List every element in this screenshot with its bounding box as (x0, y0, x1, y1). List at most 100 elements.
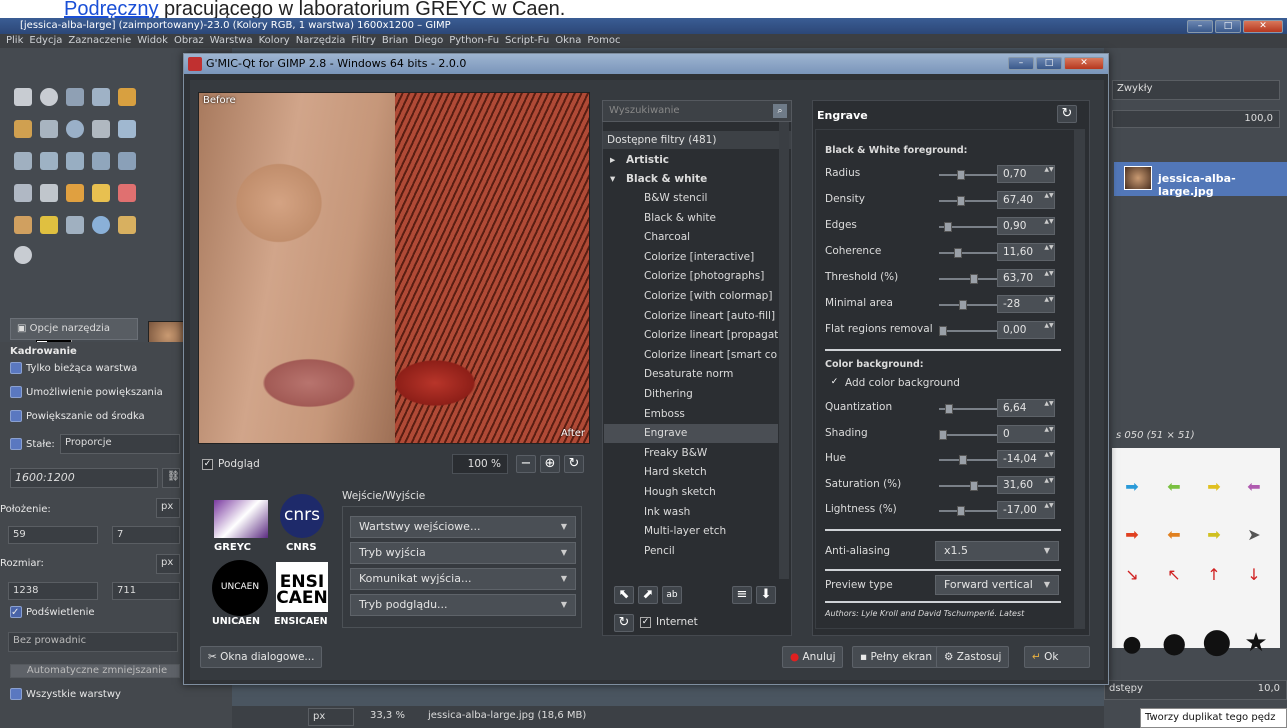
apply-button[interactable]: ⚙ Zastosuj (936, 646, 1010, 668)
param-spin[interactable]: 0,90 ▲▼ (997, 217, 1055, 235)
opt-all-layers[interactable]: Wszystkie warstwy (10, 688, 121, 700)
filter-item[interactable]: Colorize [with colormap] (604, 287, 778, 306)
ratio-input[interactable]: 1600:1200 (10, 468, 158, 488)
perspective-icon[interactable] (118, 152, 136, 170)
brush-circle-icon[interactable]: ● (1202, 624, 1232, 658)
gmic-maximize-button[interactable]: □ (1036, 57, 1062, 70)
param-slider[interactable] (939, 506, 997, 516)
guides-select[interactable]: Bez prowadnic (8, 632, 178, 652)
filter-item[interactable]: Engrave (604, 424, 778, 444)
menu-narzedzia[interactable]: Narzędzia (296, 35, 346, 46)
update-filters-icon[interactable]: ⬇ (756, 586, 776, 604)
preview-type-select[interactable]: Forward vertical ▼ (935, 575, 1059, 595)
current-layer-checkbox[interactable] (10, 362, 22, 374)
zoom-out-icon[interactable]: − (516, 455, 536, 473)
filter-item[interactable]: Colorize [photographs] (604, 267, 778, 286)
param-spin[interactable]: 11,60 ▲▼ (997, 243, 1055, 261)
menu-pomoc[interactable]: Pomoc (587, 35, 620, 46)
opt-grow-center[interactable]: Powiększanie od środka (10, 410, 145, 422)
size-y-input[interactable]: 711 (112, 582, 180, 600)
slider-knob[interactable] (939, 429, 947, 440)
zoom-in-icon[interactable]: ⊕ (540, 455, 560, 473)
filter-item[interactable]: Colorize [interactive] (604, 248, 778, 267)
grow-center-checkbox[interactable] (10, 410, 22, 422)
tab-tool-options[interactable]: ▣ Opcje narzędzia (10, 318, 138, 340)
heal-icon[interactable] (40, 216, 58, 234)
eraser-icon[interactable] (118, 184, 136, 202)
pencil-icon[interactable] (92, 184, 110, 202)
brush-circle-icon[interactable]: ● (1162, 629, 1186, 657)
fuzzy-select-icon[interactable] (92, 88, 110, 106)
spin-arrows-icon[interactable]: ▲▼ (1044, 166, 1054, 182)
measure-icon[interactable] (92, 120, 110, 138)
spin-arrows-icon[interactable]: ▲▼ (1044, 322, 1054, 338)
filter-item[interactable]: Hard sketch (604, 463, 778, 482)
refresh-filters-icon[interactable]: ↻ (614, 614, 634, 632)
maximize-button[interactable]: □ (1215, 20, 1241, 33)
slider-knob[interactable] (959, 300, 967, 310)
spin-arrows-icon[interactable]: ▲▼ (1044, 244, 1054, 260)
param-slider[interactable] (939, 274, 997, 284)
text-icon[interactable] (40, 184, 58, 202)
preview-checkbox[interactable]: ✓ (202, 458, 213, 470)
param-slider[interactable] (939, 248, 997, 258)
move-icon[interactable] (118, 120, 136, 138)
spin-arrows-icon[interactable]: ▲▼ (1044, 296, 1054, 312)
add-favorite-icon[interactable]: ⬉ (614, 586, 634, 604)
spin-arrows-icon[interactable]: ▲▼ (1044, 426, 1054, 442)
category-artistic[interactable]: ▸ Artistic (604, 151, 778, 170)
filter-item[interactable]: Colorize lineart [propagation] (604, 326, 778, 345)
brush-arrow-icon[interactable]: ⬅ (1162, 526, 1186, 544)
spin-arrows-icon[interactable]: ▲▼ (1044, 400, 1054, 416)
filter-item[interactable]: Pencil (604, 542, 778, 561)
brush-arrow-icon[interactable]: ➡ (1120, 526, 1144, 544)
brush-arrow-icon[interactable]: ➡ (1202, 526, 1226, 544)
brush-star-icon[interactable]: ★ (1244, 630, 1268, 656)
rotate-icon[interactable] (40, 152, 58, 170)
param-slider[interactable] (939, 429, 997, 440)
position-unit[interactable]: px (156, 498, 180, 518)
brush-arrow-icon[interactable]: ↑ (1202, 566, 1226, 584)
add-bg-toggle[interactable]: ✓ Add color background (829, 377, 960, 389)
filter-item[interactable]: Ink wash (604, 503, 778, 522)
brush-arrow-icon[interactable]: ➤ (1242, 526, 1266, 544)
allow-grow-checkbox[interactable] (10, 386, 22, 398)
param-slider[interactable] (939, 480, 997, 491)
menu-obraz[interactable]: Obraz (174, 35, 204, 46)
scale-icon[interactable] (66, 152, 84, 170)
slider-knob[interactable] (970, 274, 978, 284)
filter-item[interactable]: Freaky B&W (604, 444, 778, 463)
rename-favorite-icon[interactable]: ab (662, 586, 682, 604)
opt-allow-grow[interactable]: Umożliwienie powiększania (10, 386, 163, 398)
gmic-icon[interactable] (14, 246, 32, 264)
spin-arrows-icon[interactable]: ▲▼ (1044, 502, 1054, 518)
fixed-mode-select[interactable]: Proporcje (60, 434, 180, 454)
preview-toggle[interactable]: ✓ Podgląd (202, 458, 260, 470)
status-zoom[interactable]: 33,3 % (370, 710, 405, 721)
fullscreen-button[interactable]: ▪ Pełny ekran (852, 646, 941, 668)
category-black-white[interactable]: ▾ Black & white (604, 170, 778, 189)
params-scrollbar[interactable] (1075, 129, 1085, 629)
brush-arrow-icon[interactable]: ➡ (1202, 478, 1226, 496)
input-layers-select[interactable]: Wartstwy wejściowe... ▼ (350, 516, 576, 538)
menu-zaznaczenie[interactable]: Zaznaczenie (68, 35, 131, 46)
spacing-input[interactable]: dstępy 10,0 (1104, 680, 1287, 700)
spin-arrows-icon[interactable]: ▲▼ (1044, 192, 1054, 208)
ellipse-select-icon[interactable] (40, 88, 58, 106)
auto-shrink-button[interactable]: Automatyczne zmniejszanie (10, 664, 180, 678)
zoom-value[interactable]: 100 % (452, 454, 508, 474)
filter-item[interactable]: Emboss (604, 405, 778, 424)
filter-search-input[interactable]: Wyszukiwanie ⌕ (602, 100, 792, 122)
clone-icon[interactable] (66, 216, 84, 234)
slider-knob[interactable] (945, 404, 953, 414)
brush-arrow-icon[interactable]: ⬅ (1242, 478, 1266, 496)
param-slider[interactable] (939, 455, 997, 465)
position-x-input[interactable]: 59 (8, 526, 98, 544)
filter-item[interactable]: Hough sketch (604, 483, 778, 502)
param-spin[interactable]: 63,70 ▲▼ (997, 269, 1055, 287)
airbrush-icon[interactable] (14, 216, 32, 234)
gmic-minimize-button[interactable]: – (1008, 57, 1034, 70)
all-layers-checkbox[interactable] (10, 688, 22, 700)
highlight-checkbox[interactable]: ✓ (10, 606, 22, 618)
param-spin[interactable]: 0,70 ▲▼ (997, 165, 1055, 183)
